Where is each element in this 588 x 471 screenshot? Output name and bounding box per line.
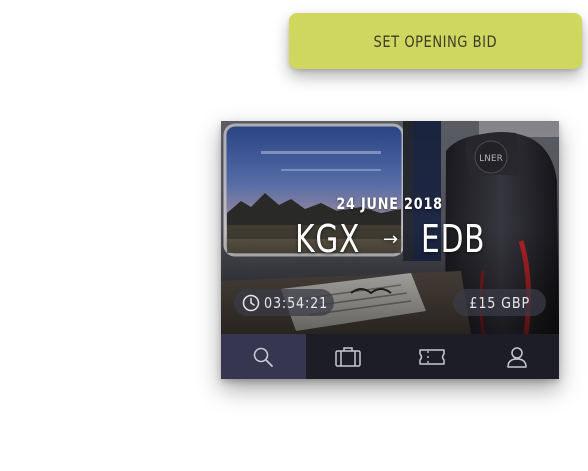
bottom-tab-bar: [221, 334, 559, 379]
search-icon: [253, 347, 274, 367]
origin-station-code: KGX: [294, 217, 360, 261]
clock-icon: [242, 294, 260, 311]
price-value: £15 GBP: [469, 293, 530, 312]
time-remaining-badge: 03:54:21: [234, 289, 334, 316]
set-opening-bid-label: SET OPENING BID: [373, 31, 498, 51]
route-arrow-icon: →: [382, 228, 399, 250]
suitcase-icon: [335, 346, 361, 367]
tab-profile[interactable]: [475, 334, 560, 379]
tab-tickets[interactable]: [390, 334, 475, 379]
time-remaining-value: 03:54:21: [264, 293, 329, 312]
destination-station-code: EDB: [421, 217, 486, 261]
train-interior-photo: LNER 24 JUNE 2018 KGX → EDB: [221, 121, 559, 334]
tab-luggage[interactable]: [306, 334, 391, 379]
tab-search[interactable]: [221, 334, 306, 379]
page: SET OPENING BID 24 JUNE 2018 KGX → EDB 0…: [0, 0, 588, 471]
route: KGX → EDB: [221, 216, 559, 262]
ticket-card[interactable]: LNER 24 JUNE 2018 KGX → EDB: [221, 121, 559, 379]
ticket-icon: [419, 348, 445, 365]
set-opening-bid-button[interactable]: SET OPENING BID: [289, 13, 582, 69]
user-icon: [507, 346, 527, 368]
price-badge: £15 GBP: [453, 289, 546, 316]
trip-date: 24 JUNE 2018: [336, 194, 444, 213]
